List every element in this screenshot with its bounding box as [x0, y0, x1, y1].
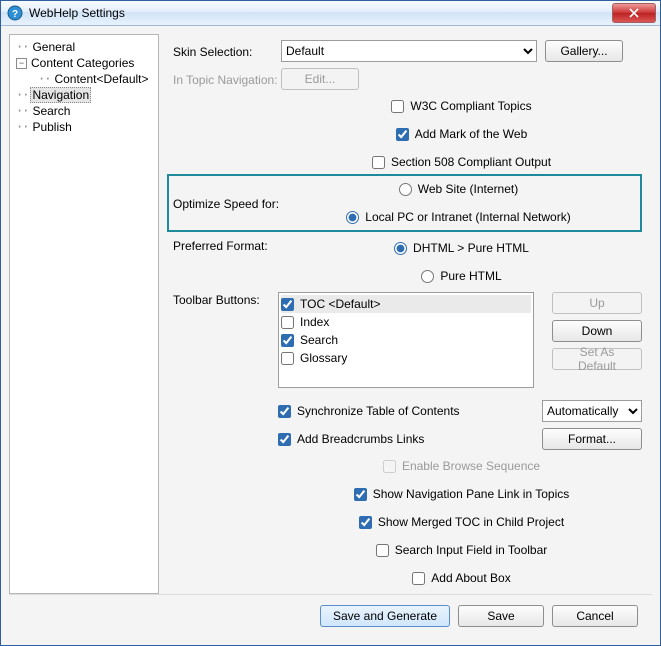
search-toolbar-label: Search Input Field in Toolbar [395, 543, 548, 557]
tree-item-content-categories[interactable]: − Content Categories [16, 55, 152, 71]
optimize-local-radio[interactable] [346, 211, 359, 224]
mow-checkbox[interactable] [396, 128, 409, 141]
w3c-checkbox[interactable] [391, 100, 404, 113]
sync-label: Synchronize Table of Contents [297, 404, 460, 418]
save-button[interactable]: Save [458, 605, 544, 627]
list-item[interactable]: Index [281, 313, 531, 331]
breadcrumbs-checkbox[interactable] [278, 433, 291, 446]
optimize-web-label: Web Site (Internet) [418, 182, 519, 196]
toolbar-label: Toolbar Buttons: [173, 292, 278, 307]
tree-item-general[interactable]: ··General [16, 39, 152, 55]
skin-label: Skin Selection: [173, 44, 281, 59]
client-area: ··General − Content Categories ··Content… [1, 26, 660, 645]
topic-nav-label: In Topic Navigation: [173, 72, 281, 87]
breadcrumbs-label: Add Breadcrumbs Links [297, 432, 424, 446]
close-button[interactable] [612, 3, 656, 23]
optimize-local-label: Local PC or Intranet (Internal Network) [365, 210, 570, 224]
dialog-footer: Save and Generate Save Cancel [9, 594, 652, 637]
format-label: Preferred Format: [173, 238, 281, 253]
w3c-label: W3C Compliant Topics [410, 99, 531, 113]
down-button[interactable]: Down [552, 320, 642, 342]
format-dhtml-label: DHTML > Pure HTML [413, 241, 529, 255]
nav-tree[interactable]: ··General − Content Categories ··Content… [9, 34, 159, 594]
sync-combo[interactable]: Automatically [542, 400, 642, 422]
window-title: WebHelp Settings [29, 6, 612, 20]
gallery-button[interactable]: Gallery... [545, 40, 623, 62]
save-generate-button[interactable]: Save and Generate [320, 605, 450, 627]
app-icon: ? [7, 5, 23, 21]
navlink-label: Show Navigation Pane Link in Topics [373, 487, 570, 501]
toolbar-listbox[interactable]: TOC <Default> Index Search Glossary [278, 292, 534, 388]
cancel-button[interactable]: Cancel [552, 605, 638, 627]
format-dhtml-radio[interactable] [394, 242, 407, 255]
optimize-web-radio[interactable] [399, 183, 412, 196]
edit-button: Edit... [281, 68, 359, 90]
aboutbox-label: Add About Box [431, 571, 510, 585]
s508-label: Section 508 Compliant Output [391, 155, 551, 169]
tree-item-publish[interactable]: ··Publish [16, 119, 152, 135]
tree-item-navigation[interactable]: ··Navigation [16, 87, 152, 103]
tree-item-content-default[interactable]: ··Content<Default> [16, 71, 152, 87]
browse-checkbox [383, 460, 396, 473]
dialog-window: ? WebHelp Settings ··General − Content C… [0, 0, 661, 646]
list-item[interactable]: Search [281, 331, 531, 349]
s508-checkbox[interactable] [372, 156, 385, 169]
set-default-button: Set As Default [552, 348, 642, 370]
search-toolbar-checkbox[interactable] [376, 544, 389, 557]
titlebar: ? WebHelp Settings [1, 1, 660, 26]
optimize-label: Optimize Speed for: [173, 196, 281, 211]
merged-checkbox[interactable] [359, 516, 372, 529]
svg-text:?: ? [12, 9, 18, 20]
format-pure-radio[interactable] [421, 270, 434, 283]
format-pure-label: Pure HTML [440, 269, 501, 283]
mow-label: Add Mark of the Web [415, 127, 528, 141]
tree-item-search[interactable]: ··Search [16, 103, 152, 119]
skin-combo[interactable]: Default [281, 40, 537, 62]
list-item[interactable]: Glossary [281, 349, 531, 367]
sync-checkbox[interactable] [278, 405, 291, 418]
aboutbox-checkbox[interactable] [412, 572, 425, 585]
format-button[interactable]: Format... [542, 428, 642, 450]
form-panel: Skin Selection: Default Gallery... In To… [167, 34, 652, 594]
merged-label: Show Merged TOC in Child Project [378, 515, 564, 529]
navlink-checkbox[interactable] [354, 488, 367, 501]
list-item[interactable]: TOC <Default> [281, 295, 531, 313]
up-button: Up [552, 292, 642, 314]
optimize-highlight: Optimize Speed for: Web Site (Internet) … [167, 174, 642, 232]
browse-label: Enable Browse Sequence [402, 459, 540, 473]
tree-expander-icon[interactable]: − [16, 58, 27, 69]
